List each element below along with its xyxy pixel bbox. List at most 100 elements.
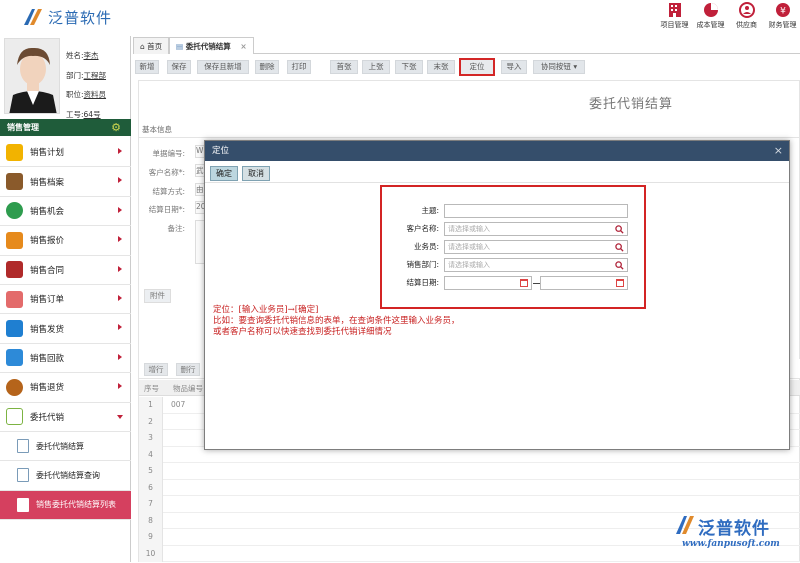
customer-row: 客户名称: 请选择或输入 xyxy=(382,222,648,236)
watermark-text: 泛普软件 xyxy=(698,519,770,539)
top-bar: 泛普软件 项目管理 成本管理 供应商 ¥ 财务管理 xyxy=(0,0,800,36)
print-button[interactable]: 打印 xyxy=(287,60,311,74)
logo-text: 泛普软件 xyxy=(48,8,113,27)
topnav-supplier[interactable]: 供应商 xyxy=(729,2,764,30)
logo-icon xyxy=(24,9,42,25)
chevron-down-icon: ▾ xyxy=(573,62,578,71)
attach-button[interactable]: 附件 xyxy=(144,289,171,303)
app-logo[interactable]: 泛普软件 xyxy=(22,6,112,28)
subject-row: 主题: xyxy=(382,204,648,218)
table-row[interactable]: 7 xyxy=(139,496,800,513)
table-row[interactable]: 6 xyxy=(139,479,800,496)
chevron-right-icon xyxy=(118,294,122,301)
chevron-right-icon xyxy=(118,383,122,390)
search-icon[interactable] xyxy=(615,243,624,252)
chevron-right-icon xyxy=(118,236,122,243)
salesman-search-input[interactable]: 请选择或输入 xyxy=(444,240,628,254)
sidebar-item-sales-payment[interactable]: 销售回款 xyxy=(0,344,131,374)
return-icon xyxy=(6,378,23,396)
tab-home[interactable]: ⌂ 首页 xyxy=(133,37,170,54)
prev-button[interactable]: 上张 xyxy=(362,60,390,74)
gear-icon[interactable]: ⚙ xyxy=(111,122,121,133)
sidebar-item-sales-order[interactable]: 销售订单 xyxy=(0,285,131,315)
topnav-label: 财务管理 xyxy=(768,21,797,29)
cancel-button[interactable]: 取消 xyxy=(242,166,270,181)
salesman-row: 业务员: 请选择或输入 xyxy=(382,240,648,254)
target-icon xyxy=(6,202,23,220)
delete-button[interactable]: 删除 xyxy=(255,60,279,74)
topnav-project[interactable]: 项目管理 xyxy=(657,2,692,30)
sidebar-section-title: 销售管理 xyxy=(7,123,39,132)
chevron-down-icon xyxy=(117,414,123,419)
document-icon xyxy=(17,468,29,483)
tab-bar: ⌂ 首页 ▤ 委托代销结算 × xyxy=(133,36,800,54)
payment-icon xyxy=(6,349,23,367)
save-button[interactable]: 保存 xyxy=(167,60,191,74)
profile-role[interactable]: 资料员 xyxy=(84,90,107,99)
profile-dept[interactable]: 工程部 xyxy=(84,71,107,80)
search-icon[interactable] xyxy=(615,261,624,270)
date-to-input[interactable] xyxy=(540,276,628,290)
new-button[interactable]: 新增 xyxy=(135,60,159,74)
sidebar-subitem-settlement-list[interactable]: 销售委托代销结算列表 xyxy=(0,490,131,521)
topnav-finance[interactable]: ¥ 财务管理 xyxy=(765,2,800,30)
document-icon xyxy=(17,439,29,454)
watermark-url: www.fanpusoft.com xyxy=(682,539,780,549)
col-item-no: 物品编号 xyxy=(173,384,203,393)
collab-button[interactable]: 协同按钮 ▾ xyxy=(533,60,585,74)
sidebar-menu: 销售计划 销售档案 销售机会 销售报价 销售合同 销售订单 销售发货 销售回款 … xyxy=(0,138,131,521)
sidebar-subitem-settlement-query[interactable]: 委托代销结算查询 xyxy=(0,461,131,491)
save-and-new-button[interactable]: 保存且新增 xyxy=(197,60,249,74)
sidebar-item-sales-archive[interactable]: 销售档案 xyxy=(0,167,131,197)
sidebar-item-sales-opportunity[interactable]: 销售机会 xyxy=(0,197,131,227)
left-sidebar: 姓名:李杰 部门:工程部 职位:资料员 工号:64号 销售管理 ⚙ 销售计划 销… xyxy=(0,36,131,562)
customer-search-input[interactable]: 请选择或输入 xyxy=(444,222,628,236)
delete-row-button[interactable]: 删行 xyxy=(176,363,200,376)
dialog-header: 定位 × xyxy=(205,141,789,161)
sidebar-subitem-settlement[interactable]: 委托代销结算 xyxy=(0,432,131,462)
chevron-right-icon xyxy=(118,265,122,272)
dept-search-input[interactable]: 请选择或输入 xyxy=(444,258,628,272)
add-row-button[interactable]: 增行 xyxy=(144,363,168,376)
profile-id[interactable]: 64号 xyxy=(84,110,101,119)
topnav-cost[interactable]: 成本管理 xyxy=(693,2,728,30)
search-icon[interactable] xyxy=(615,225,624,234)
sidebar-item-sales-delivery[interactable]: 销售发货 xyxy=(0,314,131,344)
sidebar-item-consignment[interactable]: 委托代销 xyxy=(0,403,131,432)
pie-chart-icon xyxy=(703,3,718,17)
plan-icon xyxy=(6,143,23,161)
sidebar-item-sales-plan[interactable]: 销售计划 xyxy=(0,138,131,168)
profile-name[interactable]: 李杰 xyxy=(84,51,99,60)
calendar-icon[interactable] xyxy=(616,279,624,287)
close-icon[interactable]: × xyxy=(240,38,246,55)
close-icon[interactable]: × xyxy=(774,144,783,157)
logo-icon xyxy=(676,516,694,534)
contract-icon xyxy=(6,261,23,279)
last-button[interactable]: 末张 xyxy=(427,60,455,74)
highlight-box: 主题: 客户名称: 请选择或输入 业务员: 请选择或输入 销售部门: 请选择或输… xyxy=(380,185,646,309)
first-button[interactable]: 首张 xyxy=(330,60,358,74)
building-icon xyxy=(668,3,681,17)
tab-consignment-settlement[interactable]: ▤ 委托代销结算 × xyxy=(169,37,254,54)
instruction-note: 定位：[输入业务员]→[确定] 比如：要查询委托代销信息的表单，在查询条件这里输… xyxy=(213,305,460,337)
locate-button[interactable]: 定位 xyxy=(459,58,495,76)
sidebar-item-sales-contract[interactable]: 销售合同 xyxy=(0,256,131,285)
calendar-icon[interactable] xyxy=(520,279,528,287)
date-row: 结算日期: xyxy=(382,276,648,290)
table-row[interactable]: 5 xyxy=(139,463,800,480)
form-title: 委托代销结算 xyxy=(589,97,674,112)
supplier-icon xyxy=(738,2,755,18)
watermark: 泛普软件 www.fanpusoft.com xyxy=(670,512,798,558)
sidebar-item-sales-return[interactable]: 销售退货 xyxy=(0,373,131,403)
archive-icon xyxy=(6,173,23,191)
import-button[interactable]: 导入 xyxy=(501,60,527,74)
chevron-right-icon xyxy=(118,353,122,360)
subject-input[interactable] xyxy=(444,204,628,218)
date-from-input[interactable] xyxy=(444,276,532,290)
dept-row: 销售部门: 请选择或输入 xyxy=(382,258,648,272)
next-button[interactable]: 下张 xyxy=(395,60,423,74)
sidebar-item-sales-quote[interactable]: 销售报价 xyxy=(0,226,131,256)
form-section-basic: 基本信息 xyxy=(139,121,800,138)
confirm-button[interactable]: 确定 xyxy=(210,166,238,181)
document-icon: ▤ xyxy=(176,42,186,51)
